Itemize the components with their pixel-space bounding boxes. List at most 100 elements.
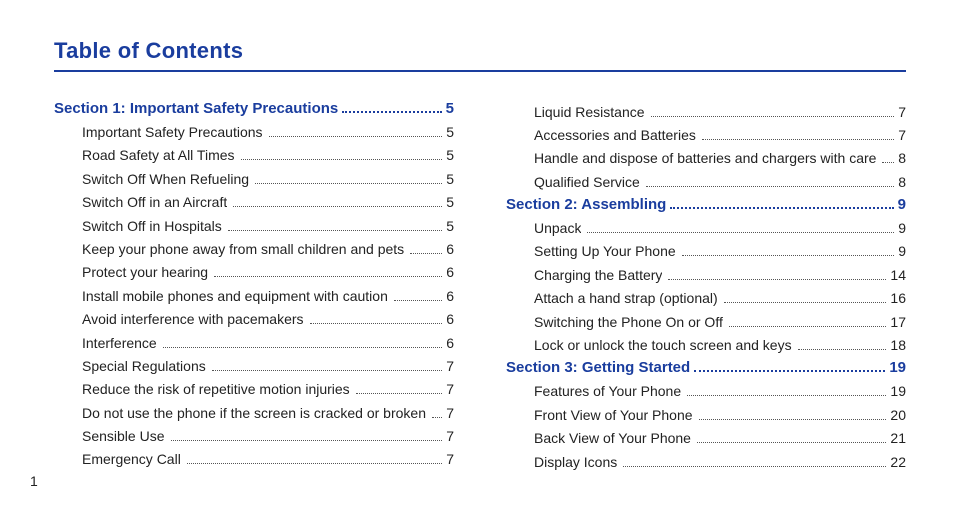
toc-entry[interactable]: Switch Off in Hospitals 5 <box>82 217 454 236</box>
page-number: 1 <box>30 473 38 489</box>
toc-section-label: Section 3: Getting Started <box>506 359 690 376</box>
toc-leader-dots <box>729 326 887 327</box>
toc-entry-label: Avoid interference with pacemakers <box>82 310 304 329</box>
toc-leader-dots <box>269 136 443 137</box>
toc-leader-dots <box>212 370 442 371</box>
toc-entry[interactable]: Lock or unlock the touch screen and keys… <box>534 336 906 355</box>
toc-entry[interactable]: Sensible Use 7 <box>82 427 454 446</box>
toc-section-heading[interactable]: Section 1: Important Safety Precautions5 <box>54 100 454 117</box>
toc-entry[interactable]: Special Regulations 7 <box>82 357 454 376</box>
toc-leader-dots <box>697 442 886 443</box>
toc-entry-page: 9 <box>898 242 906 261</box>
toc-leader-dots <box>432 417 442 418</box>
toc-entry-page: 7 <box>446 427 454 446</box>
toc-entry[interactable]: Emergency Call 7 <box>82 450 454 469</box>
toc-leader-dots <box>694 370 885 372</box>
toc-entry-label: Back View of Your Phone <box>534 429 691 448</box>
toc-entry[interactable]: Qualified Service 8 <box>534 173 906 192</box>
toc-entry-label: Unpack <box>534 219 581 238</box>
toc-entry[interactable]: Accessories and Batteries7 <box>534 126 906 145</box>
toc-entry[interactable]: Install mobile phones and equipment with… <box>82 287 454 306</box>
toc-entry[interactable]: Road Safety at All Times 5 <box>82 146 454 165</box>
toc-entry-label: Front View of Your Phone <box>534 406 693 425</box>
toc-entry-page: 5 <box>446 193 454 212</box>
toc-entry-page: 9 <box>898 219 906 238</box>
toc-entry-label: Install mobile phones and equipment with… <box>82 287 388 306</box>
toc-section-page: 9 <box>898 196 906 213</box>
toc-entry-label: Sensible Use <box>82 427 165 446</box>
toc-entry-label: Features of Your Phone <box>534 382 681 401</box>
toc-entry-page: 19 <box>890 382 906 401</box>
toc-entry-label: Charging the Battery <box>534 266 662 285</box>
toc-leader-dots <box>587 232 894 233</box>
toc-entry-page: 6 <box>446 263 454 282</box>
toc-entry[interactable]: Switch Off in an Aircraft 5 <box>82 193 454 212</box>
toc-entry-page: 18 <box>890 336 906 355</box>
title-underline <box>54 70 906 72</box>
toc-leader-dots <box>651 116 895 117</box>
toc-leader-dots <box>646 186 894 187</box>
toc-leader-dots <box>228 230 442 231</box>
toc-leader-dots <box>882 162 894 163</box>
toc-leader-dots <box>410 253 442 254</box>
toc-entry-page: 6 <box>446 334 454 353</box>
toc-leader-dots <box>682 255 895 256</box>
toc-entry-label: Special Regulations <box>82 357 206 376</box>
toc-entry[interactable]: Display Icons 22 <box>534 453 906 472</box>
toc-leader-dots <box>233 206 442 207</box>
toc-entry-label: Qualified Service <box>534 173 640 192</box>
toc-entry[interactable]: Important Safety Precautions5 <box>82 123 454 142</box>
toc-entry[interactable]: Features of Your Phone 19 <box>534 382 906 401</box>
toc-entry[interactable]: Switch Off When Refueling5 <box>82 170 454 189</box>
toc-entry-page: 6 <box>446 310 454 329</box>
toc-entry-label: Switch Off in an Aircraft <box>82 193 227 212</box>
toc-entry-page: 5 <box>446 170 454 189</box>
toc-entry-label: Do not use the phone if the screen is cr… <box>82 404 426 423</box>
toc-entry-page: 5 <box>446 146 454 165</box>
toc-leader-dots <box>310 323 443 324</box>
toc-entry[interactable]: Do not use the phone if the screen is cr… <box>82 404 454 423</box>
toc-entry-label: Emergency Call <box>82 450 181 469</box>
toc-column-left: Section 1: Important Safety Precautions5… <box>54 98 454 476</box>
toc-section-heading[interactable]: Section 2: Assembling9 <box>506 196 906 213</box>
toc-leader-dots <box>699 419 887 420</box>
toc-entry-label: Handle and dispose of batteries and char… <box>534 149 876 168</box>
toc-entry-label: Switch Off in Hospitals <box>82 217 222 236</box>
toc-columns: Section 1: Important Safety Precautions5… <box>54 98 906 476</box>
toc-entry[interactable]: Reduce the risk of repetitive motion inj… <box>82 380 454 399</box>
toc-entry-page: 22 <box>890 453 906 472</box>
toc-entry[interactable]: Switching the Phone On or Off17 <box>534 313 906 332</box>
toc-leader-dots <box>623 466 886 467</box>
toc-entry[interactable]: Front View of Your Phone20 <box>534 406 906 425</box>
toc-entry[interactable]: Unpack 9 <box>534 219 906 238</box>
toc-entry-page: 17 <box>890 313 906 332</box>
toc-entry-label: Liquid Resistance <box>534 103 645 122</box>
toc-entry[interactable]: Back View of Your Phone21 <box>534 429 906 448</box>
toc-entry-page: 5 <box>446 217 454 236</box>
toc-section-heading[interactable]: Section 3: Getting Started19 <box>506 359 906 376</box>
toc-leader-dots <box>171 440 443 441</box>
toc-entry[interactable]: Protect your hearing6 <box>82 263 454 282</box>
toc-entry[interactable]: Charging the Battery14 <box>534 266 906 285</box>
toc-entry-label: Keep your phone away from small children… <box>82 240 404 259</box>
toc-entry-page: 8 <box>898 173 906 192</box>
toc-leader-dots <box>241 159 443 160</box>
toc-entry-page: 7 <box>446 450 454 469</box>
toc-leader-dots <box>255 183 442 184</box>
toc-entry[interactable]: Keep your phone away from small children… <box>82 240 454 259</box>
toc-entry-label: Road Safety at All Times <box>82 146 235 165</box>
toc-entry[interactable]: Liquid Resistance7 <box>534 103 906 122</box>
toc-leader-dots <box>163 347 442 348</box>
toc-entry[interactable]: Attach a hand strap (optional)16 <box>534 289 906 308</box>
toc-entry-label: Reduce the risk of repetitive motion inj… <box>82 380 350 399</box>
toc-entry-label: Display Icons <box>534 453 617 472</box>
toc-entry[interactable]: Setting Up Your Phone9 <box>534 242 906 261</box>
toc-entry[interactable]: Interference 6 <box>82 334 454 353</box>
toc-entry-label: Accessories and Batteries <box>534 126 696 145</box>
toc-entry-page: 6 <box>446 287 454 306</box>
toc-entry-page: 7 <box>446 357 454 376</box>
toc-entry[interactable]: Avoid interference with pacemakers 6 <box>82 310 454 329</box>
toc-section-label: Section 1: Important Safety Precautions <box>54 100 338 117</box>
toc-entry-label: Interference <box>82 334 157 353</box>
toc-entry[interactable]: Handle and dispose of batteries and char… <box>534 149 906 168</box>
